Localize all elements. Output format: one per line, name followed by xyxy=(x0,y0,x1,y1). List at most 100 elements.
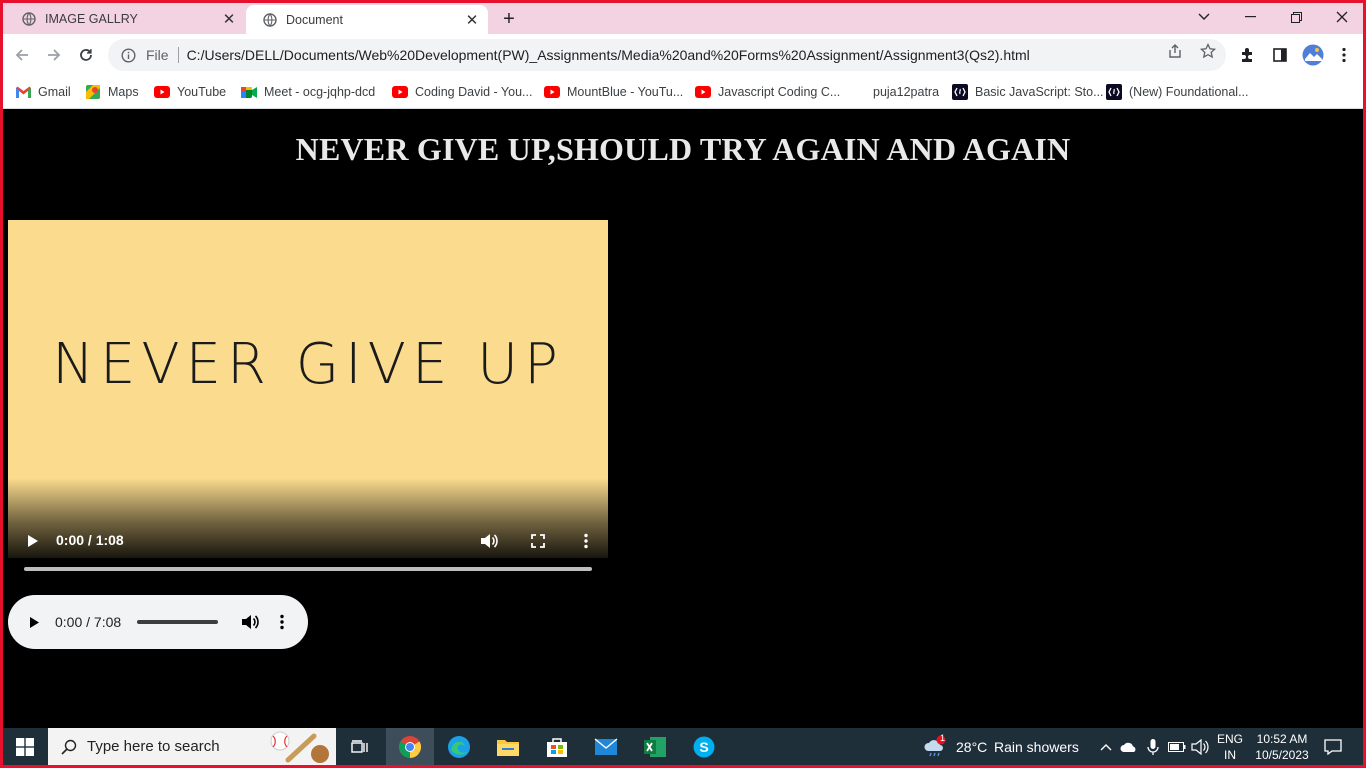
chevron-up-icon[interactable] xyxy=(1096,737,1116,757)
microphone-icon[interactable] xyxy=(1143,737,1163,757)
skype-icon[interactable]: S xyxy=(680,728,728,765)
tab-label: Document xyxy=(286,12,343,27)
browser-window: IMAGE GALLRY ✕ Document ✕ + File C:/User… xyxy=(3,3,1363,765)
close-tab-icon[interactable]: ✕ xyxy=(217,10,241,28)
windows-taskbar: Type here to search S 1 28°C Rain shower… xyxy=(3,728,1363,765)
bookmark-label: Maps xyxy=(108,85,139,99)
bookmark-label: (New) Foundational... xyxy=(1129,85,1249,99)
share-icon[interactable] xyxy=(1166,42,1184,60)
reload-button[interactable] xyxy=(71,40,101,70)
bookmark-label: puja12patra xyxy=(873,85,940,99)
bookmark-label: Coding David - You... xyxy=(415,85,533,99)
video-more-options-icon[interactable] xyxy=(574,529,598,553)
bookmark-gmail[interactable]: Gmail xyxy=(15,83,71,101)
bookmark-coding-david[interactable]: Coding David - You... xyxy=(392,83,532,101)
audio-progress-slider[interactable] xyxy=(137,620,218,624)
bookmark-label: Javascript Coding C... xyxy=(718,85,841,99)
freecodecamp-icon xyxy=(1106,84,1122,100)
video-volume-icon[interactable] xyxy=(477,529,501,553)
clock-date: 10/5/2023 xyxy=(1255,748,1309,762)
audio-volume-icon[interactable] xyxy=(238,610,262,634)
address-bar[interactable]: File C:/Users/DELL/Documents/Web%20Devel… xyxy=(108,39,1226,71)
maps-icon xyxy=(85,84,101,100)
browser-toolbar: File C:/Users/DELL/Documents/Web%20Devel… xyxy=(3,34,1363,76)
tab-strip: IMAGE GALLRY ✕ Document ✕ + xyxy=(3,3,1363,34)
menu-icon[interactable] xyxy=(1334,45,1354,65)
bookmark-mountblue[interactable]: MountBlue - YouTu... xyxy=(544,83,683,101)
audio-player[interactable]: 0:00 / 7:08 xyxy=(8,595,308,649)
speaker-icon[interactable] xyxy=(1190,737,1210,757)
weather-condition[interactable]: Rain showers xyxy=(994,739,1079,755)
windows-start-icon[interactable] xyxy=(3,728,47,765)
notifications-icon[interactable] xyxy=(1323,737,1343,757)
onedrive-icon[interactable] xyxy=(1119,737,1139,757)
task-view-icon[interactable] xyxy=(336,728,384,765)
bookmark-label: YouTube xyxy=(177,85,227,99)
clock-time[interactable]: 10:52 AM xyxy=(1251,732,1313,746)
bookmark-star-icon[interactable] xyxy=(1199,42,1217,60)
fullscreen-icon[interactable] xyxy=(526,529,550,553)
store-icon[interactable] xyxy=(533,728,581,765)
close-tab-icon[interactable]: ✕ xyxy=(460,11,484,29)
video-poster-text: NEVER GIVE UP xyxy=(52,332,564,397)
language-indicator[interactable]: ENG xyxy=(1215,732,1245,746)
bookmark-basic-javascript[interactable]: Basic JavaScript: Sto... xyxy=(952,83,1104,101)
globe-icon xyxy=(262,12,278,28)
page-headline: NEVER GIVE UP,SHOULD TRY AGAIN AND AGAIN xyxy=(295,131,1071,167)
scheme-label: File xyxy=(146,47,169,63)
back-button[interactable] xyxy=(7,40,37,70)
weather-temp[interactable]: 28°C xyxy=(956,739,987,755)
meet-icon xyxy=(241,84,257,100)
chrome-icon[interactable] xyxy=(386,728,434,765)
video-time: 0:00 / 1:08 xyxy=(56,532,124,548)
gmail-icon xyxy=(15,84,31,100)
page-content: NEVER GIVE UP,SHOULD TRY AGAIN AND AGAIN… xyxy=(3,109,1363,728)
bookmark-maps[interactable]: Maps xyxy=(85,83,139,101)
mail-icon[interactable] xyxy=(582,728,630,765)
bookmark-meet[interactable]: Meet - ocg-jqhp-dcd xyxy=(241,83,375,101)
search-placeholder: Type here to search xyxy=(87,738,220,755)
bookmark-javascript-coding[interactable]: Javascript Coding C... xyxy=(695,83,840,101)
profile-avatar-icon[interactable] xyxy=(1301,43,1325,67)
minimize-icon[interactable] xyxy=(1227,3,1273,31)
video-play-icon[interactable] xyxy=(22,529,44,553)
bookmark-label: Gmail xyxy=(38,85,71,99)
tab-image-gallry[interactable]: IMAGE GALLRY ✕ xyxy=(5,3,245,34)
restore-icon[interactable] xyxy=(1273,3,1319,31)
bookmark-label: Meet - ocg-jqhp-dcd xyxy=(264,85,376,99)
taskbar-search-box[interactable]: Type here to search xyxy=(48,728,336,765)
close-window-icon[interactable] xyxy=(1319,3,1363,31)
bookmark-foundational[interactable]: (New) Foundational... xyxy=(1106,83,1249,101)
audio-play-icon[interactable] xyxy=(22,610,46,634)
bookmark-label: Basic JavaScript: Sto... xyxy=(975,85,1104,99)
info-icon[interactable] xyxy=(120,47,136,63)
video-player[interactable]: NEVER GIVE UP 0:00 / 1:08 xyxy=(8,220,608,558)
bookmark-puja12patra[interactable]: puja12patra xyxy=(873,83,939,101)
url-text[interactable]: C:/Users/DELL/Documents/Web%20Developmen… xyxy=(187,47,1030,63)
tab-document[interactable]: Document ✕ xyxy=(246,5,488,34)
bookmark-youtube[interactable]: YouTube xyxy=(154,83,226,101)
file-explorer-icon[interactable] xyxy=(484,728,532,765)
bookmarks-bar: Gmail Maps YouTube Meet - ocg-jqhp-dcd C… xyxy=(3,76,1363,109)
globe-icon xyxy=(21,11,37,27)
new-tab-button[interactable]: + xyxy=(496,6,522,32)
tab-label: IMAGE GALLRY xyxy=(45,11,138,26)
video-progress-bar[interactable] xyxy=(24,567,592,571)
tab-search-icon[interactable] xyxy=(1181,3,1227,31)
freecodecamp-icon xyxy=(952,84,968,100)
youtube-icon xyxy=(154,84,170,100)
forward-button[interactable] xyxy=(39,40,69,70)
audio-more-options-icon[interactable] xyxy=(270,610,294,634)
side-panel-icon[interactable] xyxy=(1270,45,1290,65)
battery-icon[interactable] xyxy=(1167,737,1187,757)
audio-time: 0:00 / 7:08 xyxy=(55,614,122,630)
weather-badge: 1 xyxy=(939,733,945,743)
baseball-icon xyxy=(268,730,332,764)
edge-icon[interactable] xyxy=(435,728,483,765)
excel-icon[interactable] xyxy=(631,728,679,765)
youtube-icon xyxy=(392,84,408,100)
youtube-icon xyxy=(695,84,711,100)
region-indicator: IN xyxy=(1224,748,1236,762)
bookmark-label: MountBlue - YouTu... xyxy=(567,85,684,99)
extensions-icon[interactable] xyxy=(1238,45,1258,65)
